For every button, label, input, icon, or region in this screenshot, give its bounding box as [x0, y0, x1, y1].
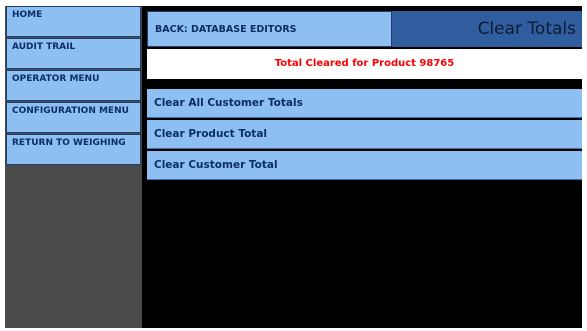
- sidebar-item-audit-trail[interactable]: AUDIT TRAIL: [6, 38, 141, 69]
- sidebar-nav: HOME AUDIT TRAIL OPERATOR MENU CONFIGURA…: [5, 6, 142, 328]
- sidebar-item-return-to-weighing[interactable]: RETURN TO WEIGHING: [6, 134, 141, 165]
- app-window: HOME AUDIT TRAIL OPERATOR MENU CONFIGURA…: [5, 6, 582, 328]
- page-title: Clear Totals: [392, 11, 582, 47]
- clear-all-customer-totals-button[interactable]: Clear All Customer Totals: [147, 89, 582, 118]
- main-content: BACK: DATABASE EDITORS Clear Totals Tota…: [146, 6, 582, 328]
- sidebar-item-configuration-menu[interactable]: CONFIGURATION MENU: [6, 102, 141, 133]
- clear-product-total-button[interactable]: Clear Product Total: [147, 120, 582, 149]
- sidebar-item-home[interactable]: HOME: [6, 6, 141, 37]
- sidebar-item-operator-menu[interactable]: OPERATOR MENU: [6, 70, 141, 101]
- clear-customer-total-button[interactable]: Clear Customer Total: [147, 151, 582, 180]
- status-message: Total Cleared for Product 98765: [147, 49, 582, 79]
- back-database-editors-button[interactable]: BACK: DATABASE EDITORS: [147, 11, 392, 47]
